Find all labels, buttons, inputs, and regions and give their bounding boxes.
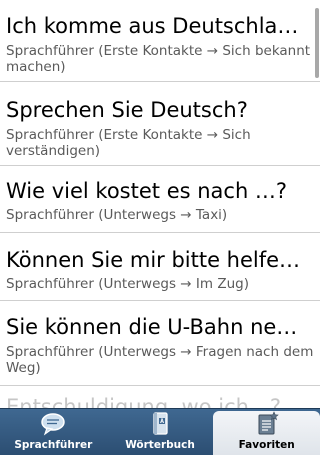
item-title: Ich komme aus Deutschla…: [6, 14, 299, 38]
tab-favoriten[interactable]: Favoriten: [213, 411, 320, 455]
item-title: Können Sie mir bitte helfe…: [6, 248, 301, 272]
speech-bubble-icon: [41, 413, 66, 436]
bottom-tab-bar: Sprachführer Ä Wörterbuch Favoriten: [0, 408, 320, 455]
item-subtitle: Sprachführer (Unterwegs → Taxi): [6, 207, 228, 223]
item-subtitle: Sprachführer (Unterwegs → Fragen nach de…: [6, 344, 314, 376]
item-subtitle: Sprachführer (Erste Kontakte → Sich vers…: [6, 127, 251, 159]
list-item[interactable]: Sie können die U-Bahn ne… Sprachführer (…: [0, 301, 320, 386]
favorites-document-icon: [258, 411, 279, 435]
favorites-list[interactable]: Ich komme aus Deutschla… Sprachführer (E…: [0, 0, 320, 408]
tab-woerterbuch[interactable]: Ä Wörterbuch: [107, 409, 214, 455]
list-item[interactable]: Wie viel kostet es nach …? Sprachführer …: [0, 166, 320, 233]
svg-text:Ä: Ä: [160, 418, 164, 425]
item-title: Sie können die U-Bahn ne…: [6, 315, 298, 339]
scrollbar[interactable]: [315, 8, 319, 78]
tab-label: Favoriten: [238, 439, 295, 451]
tab-label: Sprachführer: [14, 439, 93, 451]
tab-sprachfuehrer[interactable]: Sprachführer: [0, 409, 107, 455]
list-item[interactable]: Sprechen Sie Deutsch? Sprachführer (Erst…: [0, 82, 320, 166]
list-item[interactable]: Ich komme aus Deutschla… Sprachführer (E…: [0, 0, 320, 82]
item-subtitle: Sprachführer (Unterwegs → Im Zug): [6, 276, 249, 292]
item-subtitle: Sprachführer (Erste Kontakte → Sich beka…: [6, 43, 311, 75]
item-title: Wie viel kostet es nach …?: [6, 179, 288, 203]
item-title: Entschuldigung, wo ich…?: [6, 395, 282, 408]
list-item[interactable]: Entschuldigung, wo ich…?: [0, 386, 320, 408]
dictionary-book-icon: Ä: [153, 412, 168, 435]
item-title: Sprechen Sie Deutsch?: [6, 98, 248, 122]
list-item[interactable]: Können Sie mir bitte helfe… Sprachführer…: [0, 233, 320, 301]
tab-label: Wörterbuch: [125, 439, 195, 451]
